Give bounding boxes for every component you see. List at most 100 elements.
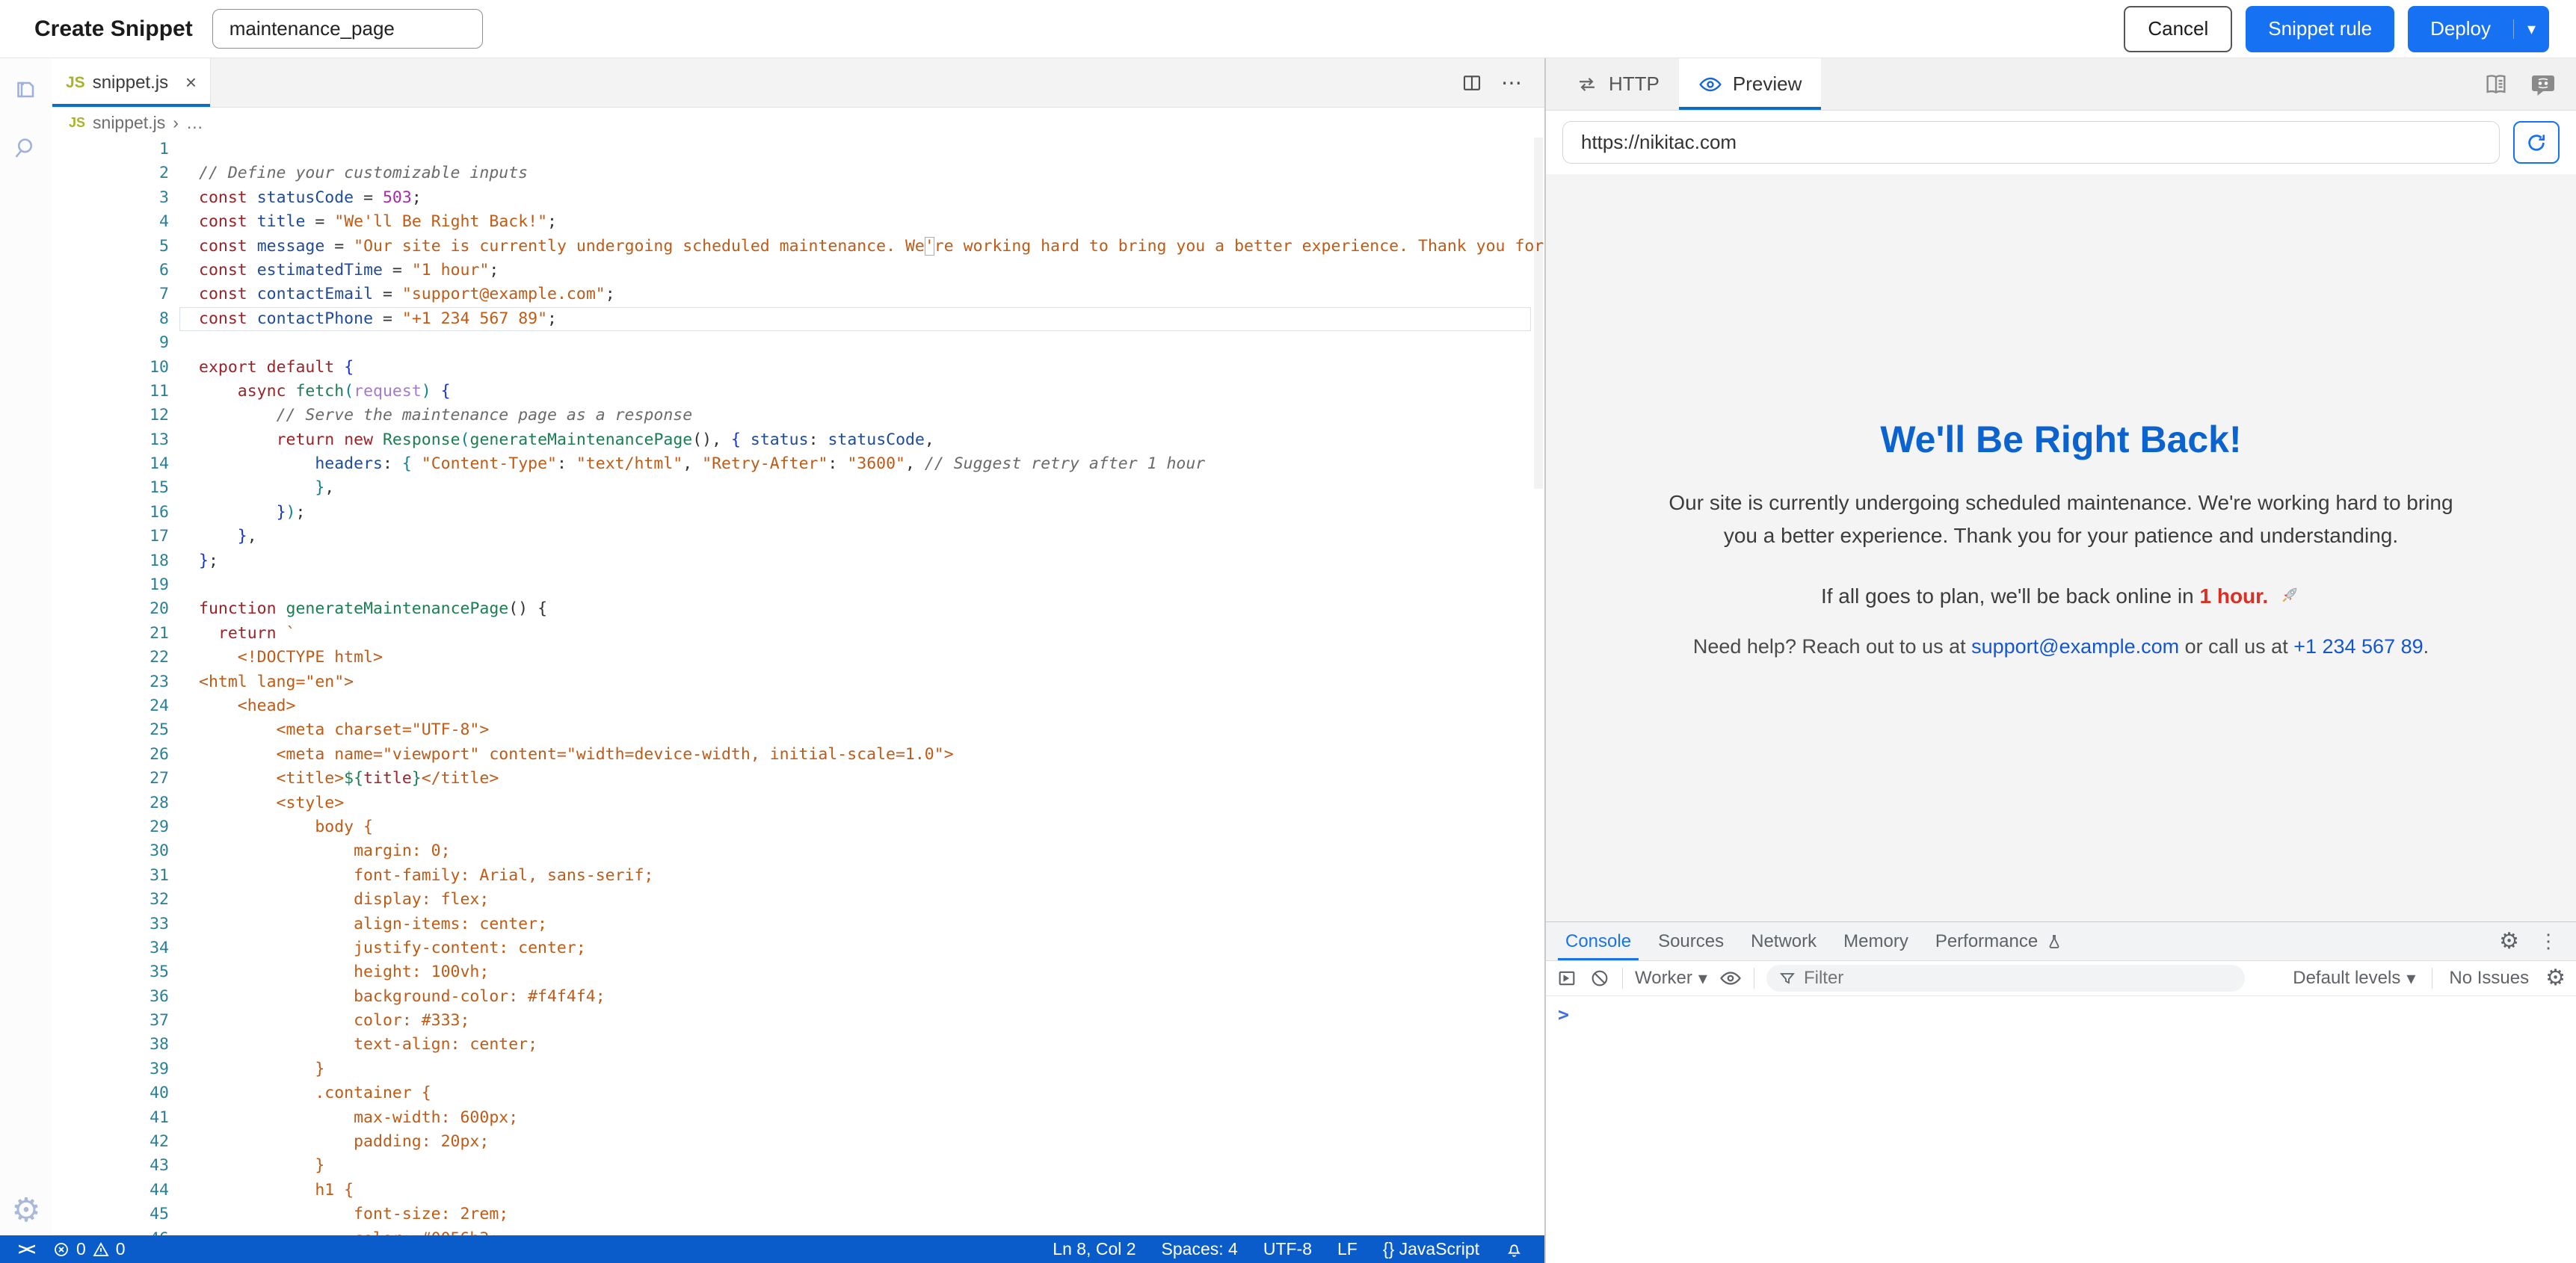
code-line[interactable]: 39 } [52, 1057, 1544, 1081]
code-line[interactable]: 31 font-family: Arial, sans-serif; [52, 864, 1544, 888]
code-line[interactable]: 23<html lang="en"> [52, 670, 1544, 694]
code-line[interactable]: 20function generateMaintenancePage() { [52, 597, 1544, 621]
devtools-tab-performance[interactable]: Performance [1922, 922, 2077, 960]
phone-link[interactable]: +1 234 567 89 [2293, 635, 2423, 658]
code-line[interactable]: 30 margin: 0; [52, 839, 1544, 863]
devtools-tab-network[interactable]: Network [1737, 922, 1830, 960]
code-line[interactable]: 18}; [52, 549, 1544, 573]
editor-tabstrip: JS snippet.js × ⋯ [52, 58, 1544, 108]
code-line[interactable]: 36 background-color: #f4f4f4; [52, 985, 1544, 1009]
code-line[interactable]: 46 color: #0056b3; [52, 1227, 1544, 1235]
code-line[interactable]: 42 padding: 20px; [52, 1130, 1544, 1154]
settings-gear-icon[interactable]: ⚙ [11, 1194, 40, 1227]
code-line[interactable]: 1 [52, 138, 1544, 161]
code-line[interactable]: 7const contactEmail = "support@example.c… [52, 282, 1544, 306]
code-line[interactable]: 45 font-size: 2rem; [52, 1202, 1544, 1226]
code-line[interactable]: 19 [52, 573, 1544, 597]
code-line[interactable]: 28 <style> [52, 791, 1544, 815]
code-line[interactable]: 14 headers: { "Content-Type": "text/html… [52, 452, 1544, 476]
code-line[interactable]: 25 <meta charset="UTF-8"> [52, 718, 1544, 742]
code-line[interactable]: 21 return ` [52, 622, 1544, 646]
snippet-rule-button[interactable]: Snippet rule [2246, 6, 2394, 52]
encoding[interactable]: UTF-8 [1263, 1239, 1312, 1259]
issues-counter[interactable]: No Issues [2449, 968, 2529, 989]
live-expression-eye-icon[interactable] [1719, 967, 1742, 989]
code-line[interactable]: 11 async fetch(request) { [52, 380, 1544, 404]
code-line[interactable]: 3const statusCode = 503; [52, 186, 1544, 210]
tab-snippet-js[interactable]: JS snippet.js × [52, 58, 211, 107]
code-line[interactable]: 40 .container { [52, 1081, 1544, 1105]
code-line[interactable]: 34 justify-content: center; [52, 936, 1544, 960]
snippet-name-input[interactable] [212, 9, 483, 49]
cancel-button[interactable]: Cancel [2124, 6, 2232, 52]
code-line[interactable]: 43 } [52, 1154, 1544, 1178]
code-line[interactable]: 10export default { [52, 356, 1544, 380]
problems-counter[interactable]: 0 0 [52, 1239, 126, 1259]
code-line[interactable]: 6const estimatedTime = "1 hour"; [52, 259, 1544, 282]
deploy-split-button: Deploy ▾ [2408, 6, 2549, 52]
tab-preview[interactable]: Preview [1679, 58, 1821, 110]
url-input[interactable] [1562, 121, 2500, 164]
code-line[interactable]: 35 height: 100vh; [52, 960, 1544, 984]
code-line[interactable]: 5const message = "Our site is currently … [52, 235, 1544, 259]
deploy-button[interactable]: Deploy [2408, 17, 2513, 40]
line-number: 30 [52, 839, 176, 863]
remote-indicator-icon[interactable]: >< [0, 1240, 52, 1259]
code-line[interactable]: 33 align-items: center; [52, 912, 1544, 936]
code-line[interactable]: 29 body { [52, 815, 1544, 839]
console-filter[interactable] [1766, 965, 2245, 992]
eol-sequence[interactable]: LF [1337, 1239, 1358, 1259]
refresh-button[interactable] [2513, 121, 2560, 164]
filter-input[interactable] [1804, 968, 2233, 989]
devtools-settings-gear-icon[interactable]: ⚙ [2499, 930, 2519, 953]
devtools-tab-sources[interactable]: Sources [1645, 922, 1737, 960]
log-levels-dropdown[interactable]: Default levels▾ [2293, 968, 2415, 989]
tab-http[interactable]: HTTP [1556, 58, 1679, 110]
preview-pane: HTTP Preview [1546, 58, 2576, 1263]
bell-icon[interactable] [1505, 1240, 1523, 1259]
console-prompt[interactable]: > [1558, 1004, 1569, 1025]
code-line[interactable]: 8const contactPhone = "+1 234 567 89"; [52, 307, 1544, 331]
line-number: 13 [52, 428, 176, 452]
tab-close-icon[interactable]: × [185, 71, 197, 94]
cursor-position[interactable]: Ln 8, Col 2 [1053, 1239, 1136, 1259]
console-sidebar-toggle-icon[interactable] [1556, 968, 1577, 989]
code-line[interactable]: 44 h1 { [52, 1179, 1544, 1202]
code-line[interactable]: 26 <meta name="viewport" content="width=… [52, 743, 1544, 767]
code-line[interactable]: 13 return new Response(generateMaintenan… [52, 428, 1544, 452]
console-output[interactable]: > [1546, 996, 2576, 1263]
code-line[interactable]: 41 max-width: 600px; [52, 1106, 1544, 1130]
code-line[interactable]: 22 <!DOCTYPE html> [52, 646, 1544, 670]
support-email-link[interactable]: support@example.com [1971, 635, 2179, 658]
worker-context-dropdown[interactable]: Worker▾ [1635, 968, 1707, 989]
clear-console-icon[interactable] [1589, 968, 1610, 989]
code-line[interactable]: 38 text-align: center; [52, 1033, 1544, 1057]
console-settings-gear-icon[interactable]: ⚙ [2545, 967, 2566, 989]
deploy-dropdown-caret[interactable]: ▾ [2513, 19, 2549, 39]
kebab-menu-icon[interactable]: ⋮ [2539, 930, 2558, 953]
code-line[interactable]: 9 [52, 331, 1544, 355]
devtools-tab-memory[interactable]: Memory [1830, 922, 1922, 960]
devtools-tab-console[interactable]: Console [1552, 922, 1645, 960]
breadcrumb[interactable]: JS snippet.js › … [52, 108, 1544, 138]
more-actions-icon[interactable]: ⋯ [1501, 70, 1522, 95]
code-line[interactable]: 2// Define your customizable inputs [52, 161, 1544, 185]
split-editor-icon[interactable] [1461, 72, 1483, 94]
copy-icon[interactable] [13, 76, 40, 103]
code-line[interactable]: 17 }, [52, 525, 1544, 549]
editor-scrollbar[interactable] [1534, 138, 1543, 489]
code-line[interactable]: 32 display: flex; [52, 888, 1544, 912]
code-line[interactable]: 27 <title>${title}</title> [52, 767, 1544, 791]
code-line[interactable]: 24 <head> [52, 694, 1544, 718]
docs-book-icon[interactable] [2483, 72, 2509, 97]
code-line[interactable]: 37 color: #333; [52, 1009, 1544, 1033]
indentation[interactable]: Spaces: 4 [1162, 1239, 1238, 1259]
code-line[interactable]: 15 }, [52, 476, 1544, 500]
discord-icon[interactable] [2530, 71, 2557, 98]
code-line[interactable]: 16 }); [52, 501, 1544, 525]
search-icon[interactable] [13, 135, 40, 161]
language-mode[interactable]: {} JavaScript [1383, 1239, 1479, 1259]
code-area[interactable]: 12// Define your customizable inputs3con… [52, 138, 1544, 1235]
code-line[interactable]: 12 // Serve the maintenance page as a re… [52, 404, 1544, 427]
code-line[interactable]: 4const title = "We'll Be Right Back!"; [52, 210, 1544, 234]
